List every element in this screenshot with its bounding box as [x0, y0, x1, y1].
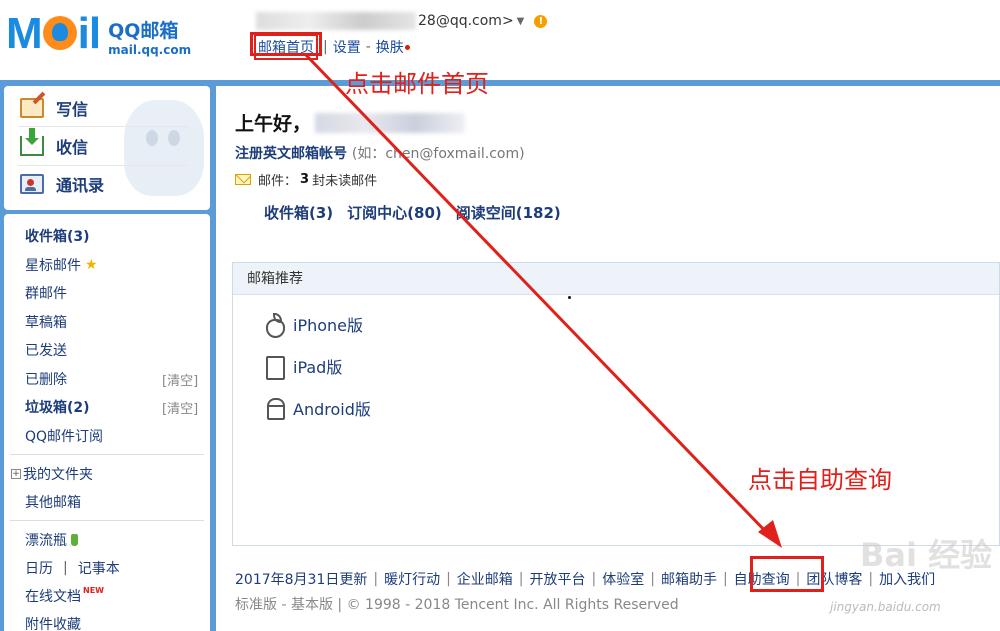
- divider: -: [365, 39, 371, 55]
- online-docs-link[interactable]: 在线文档 NEW: [25, 586, 104, 606]
- footer-copyright: 标准版 - 基本版 | © 1998 - 2018 Tencent Inc. A…: [235, 597, 679, 613]
- mail-assistant-link[interactable]: 邮箱助手: [661, 569, 717, 589]
- folder-sent[interactable]: 已发送: [25, 340, 67, 360]
- copyright-text: © 1998 - 2018 Tencent Inc. All Rights Re…: [346, 597, 679, 613]
- enterprise-mail-link[interactable]: 企业邮箱: [457, 569, 513, 589]
- open-platform-link[interactable]: 开放平台: [530, 569, 586, 589]
- recommend-title: 邮箱推荐: [233, 263, 999, 295]
- star-icon: ★: [85, 257, 98, 273]
- divider: [18, 165, 188, 166]
- highlight-box-home: [250, 32, 322, 56]
- top-header: Mil QQ邮箱 mail.qq.com 28@qq.com> ▼ ! 邮箱首页…: [0, 0, 1000, 80]
- highlight-box-self-service: [750, 556, 824, 592]
- register-english-account[interactable]: 注册英文邮箱帐号 (如：chen@foxmail.com): [235, 143, 525, 163]
- annotation-click-self-service: 点击自助查询: [748, 466, 892, 494]
- notice-icon[interactable]: !: [534, 14, 548, 28]
- folder-deleted[interactable]: 已删除: [25, 369, 67, 389]
- divider: |: [323, 39, 328, 55]
- subscription-center-link[interactable]: 订阅中心(80): [347, 202, 442, 223]
- envelope-icon: [235, 174, 251, 185]
- new-badge: NEW: [83, 585, 104, 595]
- inbox-link[interactable]: 收件箱(3): [264, 202, 333, 223]
- bottle-icon: [71, 534, 78, 546]
- warm-light-link[interactable]: 暖灯行动: [384, 569, 440, 589]
- clear-deleted-button[interactable]: [清空]: [162, 370, 198, 389]
- baidu-watermark-url: jingyan.baidu.com: [830, 600, 941, 614]
- folder-group-mail[interactable]: 群邮件: [25, 283, 67, 303]
- folder-starred[interactable]: 星标邮件 ★: [25, 255, 98, 275]
- write-icon: [20, 98, 44, 118]
- annotation-click-home: 点击邮件首页: [345, 70, 489, 98]
- other-mailbox-link[interactable]: 其他邮箱: [25, 492, 81, 512]
- clear-spam-button[interactable]: [清空]: [162, 398, 198, 417]
- penguin-decoration-icon: [124, 100, 204, 196]
- folder-list: 收件箱(3) 星标邮件 ★ 群邮件 草稿箱 已发送 已删除 [清空] 垃圾箱(2)…: [4, 214, 210, 631]
- android-icon: [263, 397, 285, 420]
- brand-name: QQ邮箱: [108, 20, 179, 42]
- update-date-link[interactable]: 2017年8月31日更新: [235, 569, 367, 589]
- brand-url: mail.qq.com: [108, 43, 192, 57]
- contacts-button[interactable]: 通讯录: [20, 172, 104, 196]
- redacted-account-name: [256, 12, 416, 30]
- iphone-version-link[interactable]: iPhone版: [263, 312, 363, 338]
- inbox-download-icon: [20, 128, 44, 156]
- logo-bell-icon: [42, 16, 77, 50]
- divider: |: [63, 560, 68, 576]
- baidu-watermark: Bai 经验: [860, 536, 993, 574]
- chevron-down-icon[interactable]: ▼: [517, 16, 525, 27]
- calendar-notepad-row: 日历 | 记事本: [25, 558, 120, 578]
- quick-links: 收件箱(3) 订阅中心(80) 阅读空间(182): [264, 202, 561, 223]
- divider: [10, 454, 204, 455]
- footer-links: 2017年8月31日更新 | 暖灯行动 | 企业邮箱 | 开放平台 | 体验室 | 邮箱助…: [235, 569, 936, 589]
- divider: [10, 520, 204, 521]
- ipad-version-link[interactable]: iPad版: [263, 354, 342, 380]
- logo-mark: Mil: [6, 9, 101, 58]
- calendar-link[interactable]: 日历: [25, 558, 53, 578]
- mailbox-recommend-panel: 邮箱推荐 iPhone版 iPad版 Android版: [232, 262, 1000, 546]
- folder-inbox[interactable]: 收件箱(3): [25, 226, 90, 246]
- standard-version-link[interactable]: 标准版: [235, 597, 277, 613]
- account-address[interactable]: 28@qq.com> ▼ !: [256, 12, 548, 30]
- skin-link[interactable]: 换肤: [376, 37, 404, 57]
- expand-plus-icon: +: [11, 469, 21, 479]
- red-dot-badge: [404, 44, 410, 50]
- tablet-icon: [263, 355, 285, 380]
- notepad-link[interactable]: 记事本: [78, 558, 120, 578]
- greeting: 上午好，: [235, 109, 466, 136]
- contacts-icon: [20, 174, 44, 194]
- divider: [18, 126, 188, 127]
- basic-version-link[interactable]: 基本版: [291, 597, 333, 613]
- qq-mail-logo[interactable]: Mil QQ邮箱 mail.qq.com: [6, 9, 192, 58]
- lab-link[interactable]: 体验室: [602, 569, 644, 589]
- compose-button[interactable]: 写信: [20, 96, 88, 120]
- drift-bottle-link[interactable]: 漂流瓶: [25, 530, 78, 550]
- attachments-link[interactable]: 附件收藏: [25, 614, 81, 631]
- apple-icon: [263, 313, 285, 338]
- settings-link[interactable]: 设置: [333, 37, 361, 57]
- folder-subscriptions[interactable]: QQ邮件订阅: [25, 426, 103, 446]
- redacted-user-name: [315, 112, 466, 133]
- my-folders-toggle[interactable]: + 我的文件夹: [11, 464, 93, 484]
- stray-dot: [568, 296, 571, 299]
- android-version-link[interactable]: Android版: [263, 396, 371, 420]
- folder-spam[interactable]: 垃圾箱(2): [25, 397, 90, 417]
- unread-summary[interactable]: 邮件： 3 封未读邮件: [235, 170, 377, 189]
- reading-space-link[interactable]: 阅读空间(182): [456, 202, 561, 223]
- sidebar-actions: 写信 收信 通讯录: [4, 86, 210, 210]
- receive-button[interactable]: 收信: [20, 128, 88, 158]
- folder-drafts[interactable]: 草稿箱: [25, 312, 67, 332]
